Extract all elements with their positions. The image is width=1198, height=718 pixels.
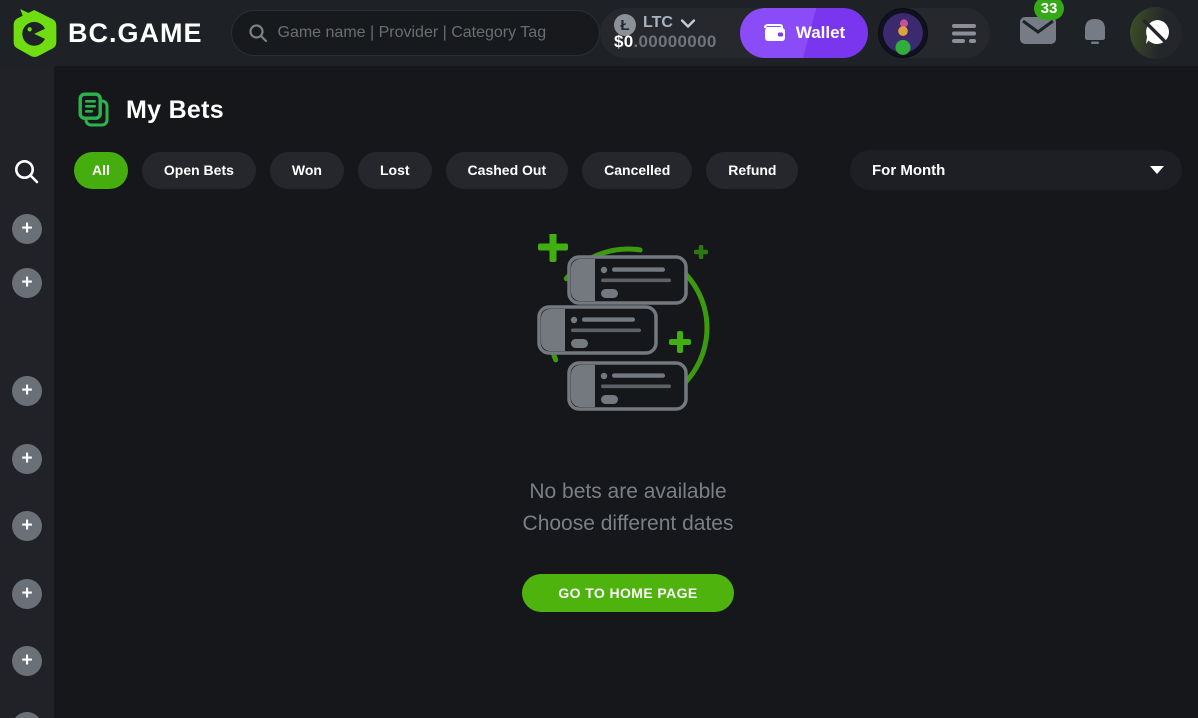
sidebar-add-button-3[interactable]: + — [12, 376, 42, 406]
empty-state-line2: Choose different dates — [523, 508, 734, 540]
tab-cashed-out[interactable]: Cashed Out — [446, 152, 569, 189]
sidebar-add-button-6[interactable]: + — [12, 579, 42, 609]
notifications-button[interactable] — [1082, 16, 1108, 50]
empty-state-line1: No bets are available — [523, 476, 734, 508]
chat-disabled-icon — [1141, 18, 1171, 48]
messages-count-badge: 33 — [1034, 0, 1064, 20]
messages-button[interactable]: 33 — [1020, 17, 1056, 49]
tab-cancelled[interactable]: Cancelled — [582, 152, 692, 189]
go-home-button[interactable]: GO TO HOME PAGE — [522, 574, 733, 612]
tab-won[interactable]: Won — [270, 152, 344, 189]
search-icon — [248, 23, 268, 43]
tab-lost[interactable]: Lost — [358, 152, 432, 189]
bell-icon — [1082, 16, 1108, 45]
tab-open-bets[interactable]: Open Bets — [142, 152, 256, 189]
sidebar-search-icon[interactable] — [13, 158, 40, 185]
wallet-icon — [763, 23, 787, 43]
my-bets-icon — [78, 92, 112, 128]
bet-filter-tabs: All Open Bets Won Lost Cashed Out Cancel… — [74, 150, 1182, 190]
wallet-button[interactable]: Wallet — [740, 8, 868, 58]
profile-menu[interactable] — [878, 8, 990, 58]
page-title: My Bets — [126, 96, 224, 125]
chat-toggle-button[interactable] — [1130, 7, 1182, 59]
top-header: BC.GAME Ł LTC $0.00000000 — [0, 0, 1198, 66]
dropdown-caret-icon — [1150, 166, 1164, 174]
sidebar-add-button-9[interactable]: + — [12, 712, 42, 718]
period-dropdown[interactable]: For Month — [850, 150, 1182, 190]
avatar[interactable] — [878, 8, 928, 58]
wallet-label: Wallet — [796, 23, 845, 43]
sidebar-add-button-2[interactable]: + — [12, 268, 42, 298]
empty-state: No bets are available Choose different d… — [74, 234, 1182, 612]
brand-name: BC.GAME — [68, 18, 203, 49]
sidebar-add-button-1[interactable]: + — [12, 214, 42, 244]
period-selected-value: For Month — [872, 162, 945, 179]
global-search[interactable] — [231, 10, 601, 56]
search-input[interactable] — [278, 24, 584, 42]
currency-code: LTC — [643, 15, 673, 32]
chevron-down-icon — [681, 19, 695, 28]
bet-list-icon[interactable] — [952, 24, 976, 43]
tab-refund[interactable]: Refund — [706, 152, 798, 189]
left-sidebar: + + + + + + + + + — [0, 66, 54, 718]
brand-logo[interactable]: BC.GAME — [12, 7, 203, 59]
tab-all[interactable]: All — [74, 152, 128, 189]
sidebar-add-button-4[interactable]: + — [12, 444, 42, 474]
my-bets-page: My Bets All Open Bets Won Lost Cashed Ou… — [54, 66, 1198, 718]
bcgame-logo-icon — [12, 7, 58, 59]
sidebar-add-button-7[interactable]: + — [12, 646, 42, 676]
mail-icon — [1020, 17, 1056, 44]
currency-selector[interactable]: Ł LTC $0.00000000 Wallet — [600, 8, 868, 58]
no-bets-illustration — [533, 234, 723, 420]
wallet-balance: $0.00000000 — [614, 33, 717, 51]
sidebar-add-button-5[interactable]: + — [12, 511, 42, 541]
